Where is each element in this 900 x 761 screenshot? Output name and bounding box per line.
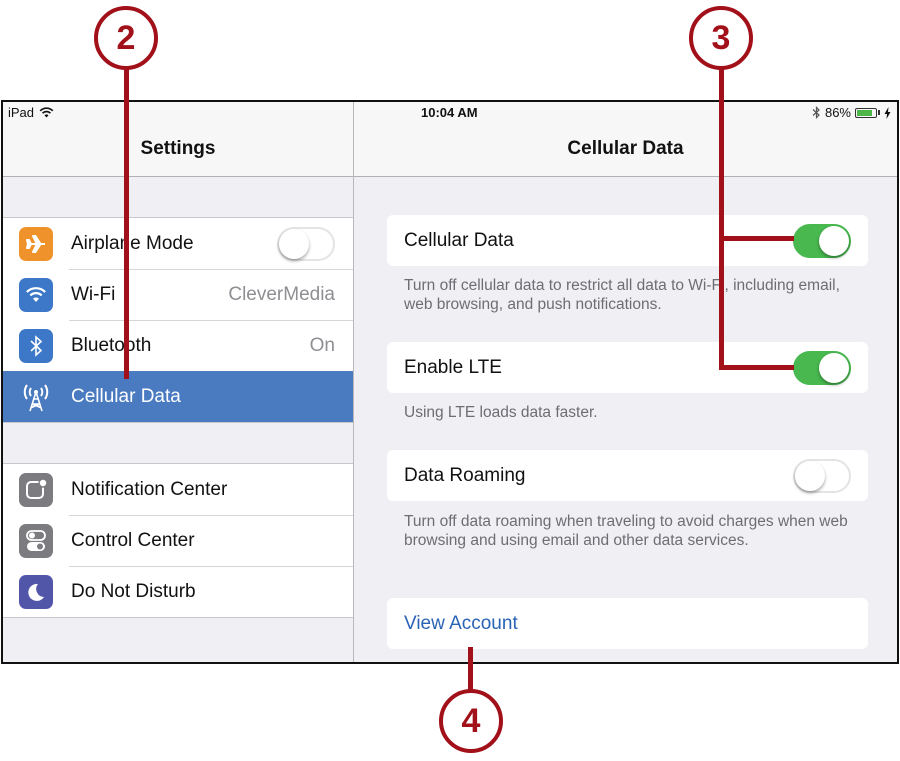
callout-4-line bbox=[468, 647, 473, 691]
view-account-cell[interactable]: View Account bbox=[387, 598, 868, 649]
callout-4: 4 bbox=[439, 689, 503, 753]
toggle-knob bbox=[279, 228, 309, 259]
settings-title: Settings bbox=[140, 138, 216, 159]
status-bar: iPad 10:04 AM 86% bbox=[3, 102, 897, 124]
enable-lte-toggle[interactable] bbox=[793, 350, 851, 385]
device-name: iPad bbox=[8, 105, 35, 120]
sidebar-item-do-not-disturb[interactable]: Do Not Disturb bbox=[3, 566, 353, 617]
callout-3-branch-lte bbox=[719, 365, 794, 370]
sidebar-item-label: Do Not Disturb bbox=[71, 580, 196, 602]
cellular-data-detail: Cellular Data Cellular Data Turn off cel… bbox=[354, 102, 897, 662]
sidebar-item-control-center[interactable]: Control Center bbox=[3, 515, 353, 566]
callout-2: 2 bbox=[94, 6, 158, 70]
wifi-icon bbox=[19, 277, 53, 312]
moon-icon bbox=[19, 574, 53, 609]
callout-3-branch-cellular bbox=[719, 236, 794, 241]
detail-title: Cellular Data bbox=[567, 138, 684, 159]
toggle-knob bbox=[795, 460, 825, 491]
settings-sidebar: Settings Airplane Mode Wi-Fi CleverMedia bbox=[3, 102, 354, 662]
data-roaming-toggle[interactable] bbox=[793, 458, 851, 493]
sidebar-item-wifi[interactable]: Wi-Fi CleverMedia bbox=[3, 269, 353, 320]
data-roaming-label: Data Roaming bbox=[404, 464, 526, 486]
sidebar-item-airplane-mode[interactable]: Airplane Mode bbox=[3, 218, 353, 269]
airplane-icon bbox=[19, 226, 53, 261]
battery-level bbox=[857, 109, 873, 116]
sidebar-item-label: Control Center bbox=[71, 529, 195, 551]
toggle-knob bbox=[819, 225, 849, 256]
view-account-link[interactable]: View Account bbox=[387, 613, 868, 635]
sidebar-item-notification-center[interactable]: Notification Center bbox=[3, 464, 353, 515]
bluetooth-value: On bbox=[309, 334, 335, 356]
bluetooth-icon bbox=[812, 106, 820, 119]
battery-percent: 86% bbox=[824, 105, 851, 120]
clock: 10:04 AM bbox=[421, 105, 478, 120]
sidebar-item-cellular-data[interactable]: Cellular Data bbox=[3, 371, 353, 422]
sidebar-item-bluetooth[interactable]: Bluetooth On bbox=[3, 320, 353, 371]
sidebar-item-label: Notification Center bbox=[71, 478, 228, 500]
sidebar-item-label: Airplane Mode bbox=[71, 232, 194, 254]
bluetooth-icon bbox=[19, 328, 53, 363]
sidebar-item-label: Cellular Data bbox=[71, 385, 181, 407]
toggle-knob bbox=[819, 352, 849, 383]
cellular-data-cell: Cellular Data bbox=[387, 215, 868, 266]
data-roaming-footer: Turn off data roaming when traveling to … bbox=[404, 513, 848, 549]
settings-group-connectivity: Airplane Mode Wi-Fi CleverMedia Bluetoot… bbox=[3, 217, 353, 423]
enable-lte-footer: Using LTE loads data faster. bbox=[404, 404, 598, 421]
control-center-icon bbox=[19, 523, 53, 558]
wifi-icon bbox=[39, 107, 54, 118]
cellular-data-toggle[interactable] bbox=[793, 223, 851, 258]
enable-lte-cell: Enable LTE bbox=[387, 342, 868, 393]
charging-icon bbox=[884, 106, 891, 119]
battery-icon bbox=[855, 107, 877, 118]
ipad-screen: iPad 10:04 AM 86% Settings Airplane Mode bbox=[1, 100, 899, 664]
notification-center-icon bbox=[19, 472, 53, 507]
callout-3: 3 bbox=[689, 6, 753, 70]
wifi-network-value: CleverMedia bbox=[228, 283, 335, 305]
data-roaming-cell: Data Roaming bbox=[387, 450, 868, 501]
sidebar-item-label: Wi-Fi bbox=[71, 283, 116, 305]
battery-tip bbox=[878, 110, 880, 115]
cellular-data-footer: Turn off cellular data to restrict all d… bbox=[404, 277, 840, 313]
airplane-mode-toggle[interactable] bbox=[277, 226, 335, 261]
sidebar-item-label: Bluetooth bbox=[71, 334, 152, 356]
cellular-antenna-icon bbox=[19, 380, 53, 414]
settings-group-system: Notification Center Control Center Do No… bbox=[3, 463, 353, 618]
